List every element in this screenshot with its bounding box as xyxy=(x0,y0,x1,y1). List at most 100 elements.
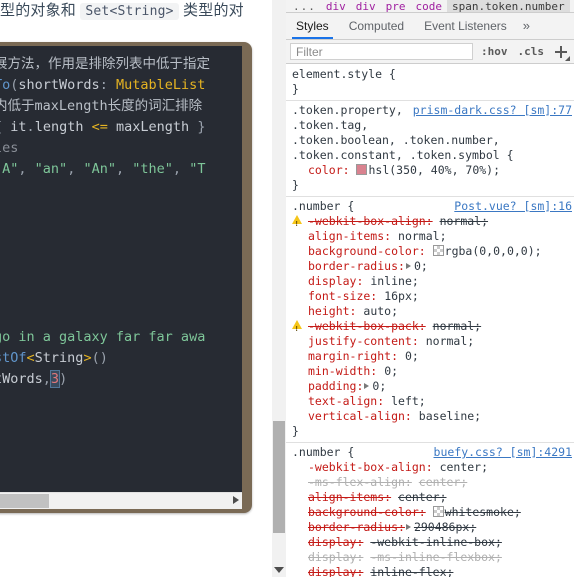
css-declaration[interactable]: -webkit-box-align: normal; xyxy=(286,214,574,232)
declaration-name[interactable]: vertical-align: xyxy=(308,409,412,423)
new-style-rule-button[interactable] xyxy=(552,43,570,61)
declaration-value[interactable]: center; xyxy=(419,475,467,489)
scrollbar-thumb[interactable] xyxy=(273,421,285,533)
breadcrumb-item-div[interactable]: div xyxy=(321,0,351,12)
rule-origin-link[interactable]: prism-dark.css? [sm]:77 xyxy=(413,103,572,118)
css-declaration[interactable]: display: -ms-inline-flexbox; xyxy=(286,550,574,565)
declaration-value[interactable]: normal; xyxy=(426,334,474,348)
declaration-value[interactable]: whitesmoke; xyxy=(445,505,521,519)
declaration-value[interactable]: rgba(0,0,0,0); xyxy=(445,244,542,258)
declaration-name[interactable]: display: xyxy=(308,274,363,288)
css-declaration[interactable]: text-align: left; xyxy=(286,394,574,409)
declaration-name[interactable]: border-radius: xyxy=(308,520,405,534)
scrollbar-thumb[interactable] xyxy=(0,494,49,508)
declaration-value[interactable]: -ms-inline-flexbox; xyxy=(370,550,502,564)
scroll-right-arrow-icon[interactable] xyxy=(233,496,239,504)
css-declaration[interactable]: background-color: whitesmoke; xyxy=(286,505,574,520)
hov-toggle-button[interactable]: :hov xyxy=(477,44,512,59)
declaration-value[interactable]: normal; xyxy=(440,214,488,228)
tab-styles[interactable]: Styles xyxy=(286,13,339,39)
css-declaration[interactable]: -ms-flex-align: center; xyxy=(286,475,574,490)
css-declaration[interactable]: display: -webkit-inline-box; xyxy=(286,535,574,550)
declaration-name[interactable]: border-radius: xyxy=(308,259,405,273)
declaration-name[interactable]: -webkit-box-align: xyxy=(308,214,433,228)
css-declaration[interactable]: -webkit-box-pack: normal; xyxy=(286,319,574,337)
declaration-name[interactable]: display: xyxy=(308,535,363,549)
declaration-name[interactable]: text-align: xyxy=(308,394,384,408)
declaration-name[interactable]: -ms-flex-align: xyxy=(308,475,412,489)
color-swatch[interactable] xyxy=(432,245,444,256)
css-declaration[interactable]: -webkit-box-align: center; xyxy=(286,460,574,475)
code-horizontal-scrollbar[interactable] xyxy=(0,492,242,509)
declaration-value[interactable]: normal; xyxy=(398,229,446,243)
css-declaration[interactable]: align-items: center; xyxy=(286,490,574,505)
tab-more-icon[interactable]: » xyxy=(517,13,536,39)
rule-selector[interactable]: .token.property, prism-dark.css? [sm]:77 xyxy=(286,103,574,118)
rule-selector-line[interactable]: .token.tag, xyxy=(286,118,574,133)
css-declaration[interactable]: background-color: rgba(0,0,0,0); xyxy=(286,244,574,259)
rule-origin-link[interactable]: Post.vue? [sm]:16 xyxy=(454,199,572,214)
declaration-name[interactable]: justify-content: xyxy=(308,334,419,348)
declaration-name[interactable]: align-items: xyxy=(308,490,391,504)
declaration-value[interactable]: 0; xyxy=(372,379,386,393)
styles-pane-vertical-scrollbar[interactable] xyxy=(272,0,287,577)
color-swatch[interactable] xyxy=(432,506,444,517)
selected-number-token[interactable]: 3 xyxy=(49,370,61,388)
css-declaration[interactable]: vertical-align: baseline; xyxy=(286,409,574,424)
declaration-value[interactable]: inline; xyxy=(370,274,418,288)
breadcrumb-item-span-token-number[interactable]: span.token.number xyxy=(447,0,570,12)
declaration-value[interactable]: center; xyxy=(398,490,446,504)
declaration-value[interactable]: normal; xyxy=(433,319,481,333)
css-declaration[interactable]: color: hsl(350, 40%, 70%); xyxy=(286,163,574,178)
declaration-name[interactable]: color: xyxy=(308,163,350,177)
rule-selector[interactable]: .number {Post.vue? [sm]:16 xyxy=(286,199,574,214)
expand-shorthand-icon[interactable] xyxy=(405,263,411,269)
declaration-value[interactable]: center; xyxy=(440,460,488,474)
declaration-value[interactable]: 0; xyxy=(414,259,428,273)
expand-shorthand-icon[interactable] xyxy=(405,524,411,530)
css-declaration[interactable]: height: auto; xyxy=(286,304,574,319)
tab-event-listeners[interactable]: Event Listeners xyxy=(414,13,517,39)
declaration-value[interactable]: 0; xyxy=(405,349,419,363)
css-declaration[interactable]: display: inline-flex; xyxy=(286,565,574,577)
declaration-name[interactable]: min-width: xyxy=(308,364,377,378)
declaration-name[interactable]: height: xyxy=(308,304,356,318)
declaration-value[interactable]: -webkit-inline-box; xyxy=(370,535,502,549)
css-declaration[interactable]: font-size: 16px; xyxy=(286,289,574,304)
declaration-value[interactable]: left; xyxy=(391,394,426,408)
css-declaration[interactable]: align-items: normal; xyxy=(286,229,574,244)
css-declaration[interactable]: border-radius: 290486px; xyxy=(286,520,574,535)
scroll-down-arrow-icon[interactable] xyxy=(274,567,284,573)
declaration-name[interactable]: background-color: xyxy=(308,244,426,258)
declaration-name[interactable]: background-color: xyxy=(308,505,426,519)
filter-input[interactable] xyxy=(290,43,473,60)
rule-selector[interactable]: element.style { xyxy=(286,67,574,82)
declaration-name[interactable]: align-items: xyxy=(308,229,391,243)
declaration-name[interactable]: padding: xyxy=(308,379,363,393)
declaration-value[interactable]: auto; xyxy=(363,304,398,318)
declaration-name[interactable]: margin-right: xyxy=(308,349,398,363)
declaration-value[interactable]: 0; xyxy=(384,364,398,378)
cls-toggle-button[interactable]: .cls xyxy=(514,44,549,59)
rule-selector[interactable]: .number {buefy.css? [sm]:4291 xyxy=(286,445,574,460)
css-declaration[interactable]: padding: 0; xyxy=(286,379,574,394)
css-declaration[interactable]: border-radius: 0; xyxy=(286,259,574,274)
tab-computed[interactable]: Computed xyxy=(339,13,414,39)
declaration-name[interactable]: display: xyxy=(308,550,363,564)
breadcrumb-item-div[interactable]: div xyxy=(351,0,381,12)
breadcrumb-item-more[interactable]: ... xyxy=(288,0,321,12)
declaration-value[interactable]: 16px; xyxy=(384,289,419,303)
color-swatch[interactable] xyxy=(356,164,368,175)
declaration-name[interactable]: font-size: xyxy=(308,289,377,303)
breadcrumb-item-pre[interactable]: pre xyxy=(381,0,411,12)
css-declaration[interactable]: margin-right: 0; xyxy=(286,349,574,364)
css-declaration[interactable]: min-width: 0; xyxy=(286,364,574,379)
declaration-value[interactable]: hsl(350, 40%, 70%); xyxy=(368,163,500,177)
declaration-value[interactable]: 290486px; xyxy=(414,520,476,534)
declaration-value[interactable]: inline-flex; xyxy=(370,565,453,577)
declaration-name[interactable]: display: xyxy=(308,565,363,577)
rule-selector-line[interactable]: .token.boolean, .token.number, xyxy=(286,133,574,148)
rule-selector-line[interactable]: .token.constant, .token.symbol { xyxy=(286,148,574,163)
declaration-value[interactable]: baseline; xyxy=(419,409,481,423)
css-declaration[interactable]: display: inline; xyxy=(286,274,574,289)
